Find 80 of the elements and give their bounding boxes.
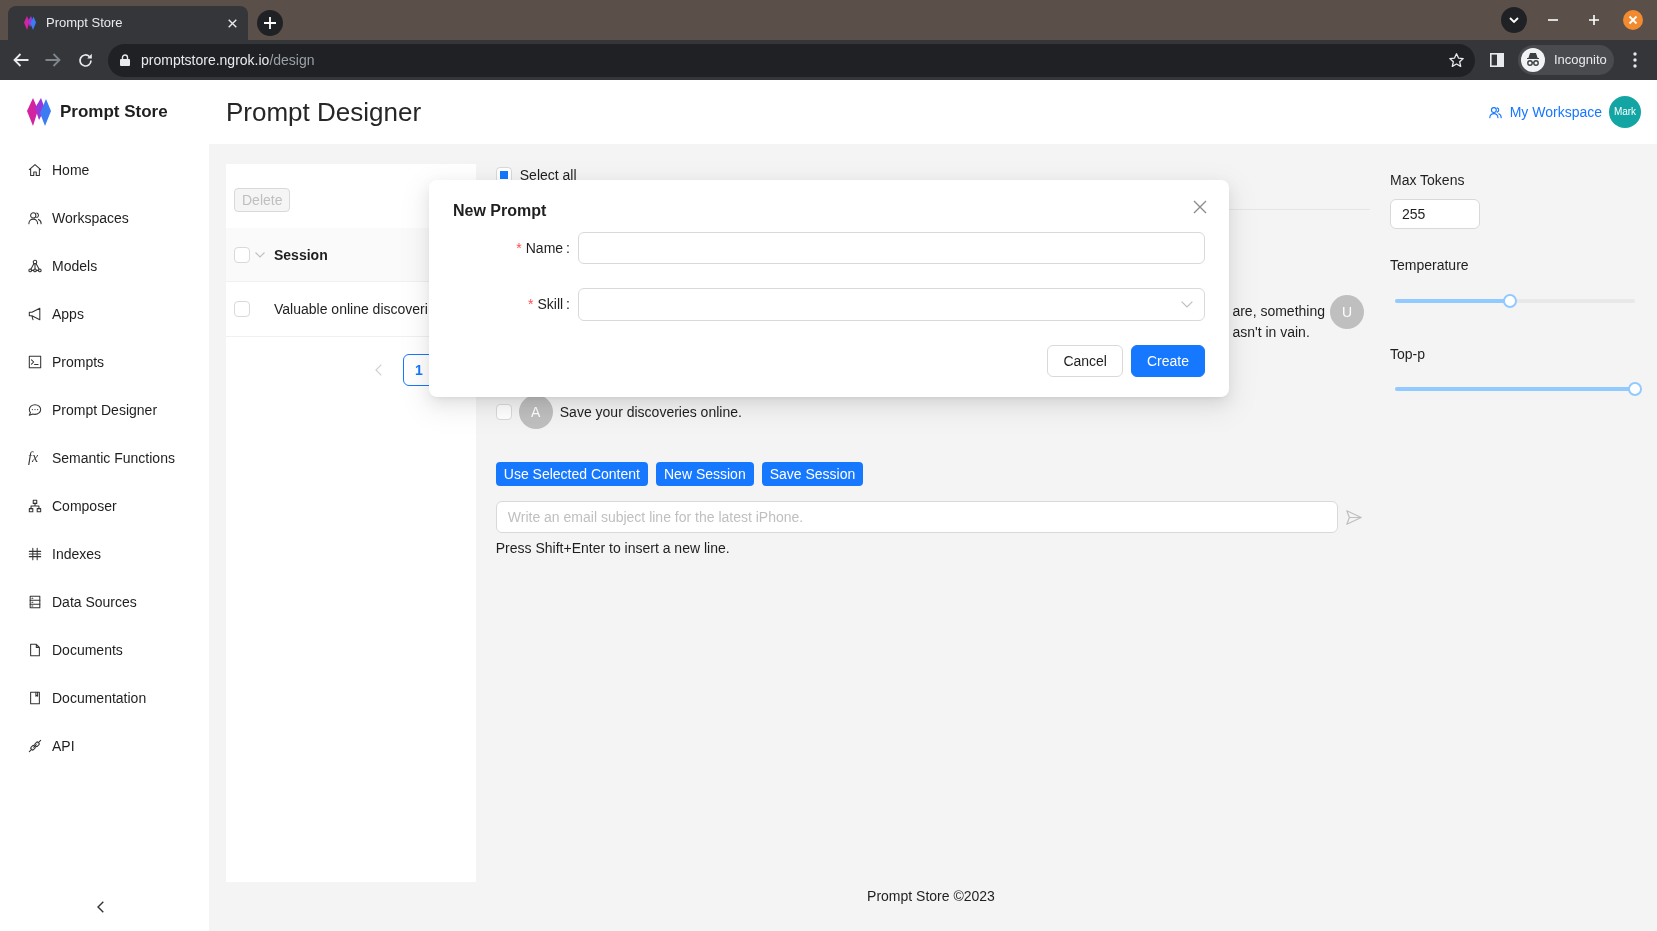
close-icon[interactable] bbox=[1623, 10, 1643, 30]
field-label: Top-p bbox=[1390, 345, 1426, 364]
text-input[interactable] bbox=[578, 232, 1205, 264]
avatar: A bbox=[518, 395, 553, 429]
hint-text: Press Shift+Enter to insert a new line. bbox=[495, 539, 730, 558]
incognito-icon bbox=[1521, 48, 1545, 72]
slider-handle[interactable] bbox=[1503, 294, 1518, 308]
terminal-icon bbox=[28, 355, 42, 369]
app-logo-icon bbox=[24, 15, 36, 31]
sidebar-item[interactable]: Workspaces bbox=[0, 198, 209, 238]
message-text: Save your discoveries online. bbox=[559, 403, 742, 422]
hierarchy-icon bbox=[28, 499, 42, 513]
menu-icon[interactable] bbox=[1633, 52, 1637, 68]
browser-tab[interactable]: Prompt Store bbox=[8, 6, 248, 40]
plus-icon bbox=[264, 17, 276, 29]
team-icon bbox=[28, 211, 42, 225]
app-name: Prompt Store bbox=[60, 101, 168, 123]
address-bar[interactable]: promptstore.ngrok.io/design bbox=[108, 43, 1475, 77]
chevron-down-icon[interactable] bbox=[255, 251, 265, 258]
forward-arrow-icon[interactable] bbox=[45, 53, 61, 67]
create-button[interactable]: Create bbox=[1130, 345, 1205, 377]
select-field[interactable] bbox=[578, 288, 1205, 321]
sidebar-item[interactable]: Models bbox=[0, 246, 209, 286]
sidebar-item[interactable]: Composer bbox=[0, 486, 209, 526]
team-icon bbox=[1488, 105, 1502, 119]
sidebar-item[interactable]: API bbox=[0, 726, 209, 766]
field-label: * Name : bbox=[515, 239, 571, 258]
chevron-down-icon bbox=[1181, 301, 1193, 308]
checkbox[interactable] bbox=[495, 404, 512, 420]
page-title: Prompt Designer bbox=[226, 96, 422, 129]
avatar: U bbox=[1330, 295, 1364, 329]
book-icon bbox=[28, 691, 42, 705]
checkbox[interactable] bbox=[234, 246, 250, 263]
hash-icon bbox=[28, 547, 42, 561]
sidebar-item[interactable]: Prompts bbox=[0, 342, 209, 382]
sidebar-item[interactable]: Prompt Designer bbox=[0, 390, 209, 430]
sidebar-item[interactable]: Documents bbox=[0, 630, 209, 670]
profile-button[interactable]: Incognito bbox=[1518, 45, 1614, 75]
plus-icon[interactable] bbox=[1589, 15, 1599, 25]
side-panel-icon[interactable] bbox=[1490, 53, 1504, 67]
tab-search-button[interactable] bbox=[1501, 7, 1527, 33]
chevron-left-icon[interactable] bbox=[96, 901, 104, 913]
file-icon bbox=[28, 643, 42, 657]
sidebar-item[interactable]: Indexes bbox=[0, 534, 209, 574]
sidebar-item[interactable]: fx Semantic Functions bbox=[0, 438, 209, 478]
checkbox[interactable] bbox=[234, 301, 250, 317]
max-tokens-input[interactable]: 255 bbox=[1390, 199, 1480, 229]
star-icon[interactable] bbox=[1449, 53, 1464, 67]
field-label: Temperature bbox=[1390, 256, 1469, 275]
sidebar-item[interactable]: Home bbox=[0, 150, 209, 190]
database-icon bbox=[28, 595, 42, 609]
sidebar-item[interactable]: Apps bbox=[0, 294, 209, 334]
function-icon: fx bbox=[28, 451, 42, 465]
table-cell[interactable]: Valuable online discoveri bbox=[274, 298, 428, 320]
reload-icon[interactable] bbox=[78, 52, 93, 68]
chevron-down-icon bbox=[1509, 17, 1519, 23]
app-logo-icon bbox=[27, 96, 51, 128]
message-text: are, something asn't in vain. bbox=[1232, 302, 1325, 342]
message-input[interactable]: Write an email subject line for the latest iPhone. bbox=[495, 501, 1338, 533]
slider-handle[interactable] bbox=[1628, 382, 1642, 396]
workspace-link[interactable]: My Workspace bbox=[1488, 101, 1602, 123]
action-button[interactable]: Use Selected Content bbox=[495, 462, 648, 486]
footer-text: Prompt Store ©2023 bbox=[867, 887, 995, 906]
plug-icon bbox=[28, 739, 42, 753]
column-header: Session bbox=[274, 245, 328, 265]
nodes-icon bbox=[28, 259, 42, 273]
lock-icon bbox=[120, 54, 130, 66]
megaphone-icon bbox=[28, 307, 42, 321]
field-label: * Skill : bbox=[527, 295, 571, 314]
field-label: Max Tokens bbox=[1390, 171, 1465, 190]
action-button[interactable]: New Session bbox=[656, 462, 754, 486]
action-button[interactable]: Save Session bbox=[761, 462, 864, 486]
dialog-title: New Prompt bbox=[453, 201, 547, 221]
sidebar-item[interactable]: Documentation bbox=[0, 678, 209, 718]
back-arrow-icon[interactable] bbox=[13, 53, 29, 67]
new-tab-button[interactable] bbox=[257, 10, 283, 36]
chat-bubble-icon bbox=[28, 403, 42, 417]
home-icon bbox=[28, 163, 42, 177]
cancel-button[interactable]: Cancel bbox=[1047, 345, 1123, 377]
sidebar-item[interactable]: Data Sources bbox=[0, 582, 209, 622]
